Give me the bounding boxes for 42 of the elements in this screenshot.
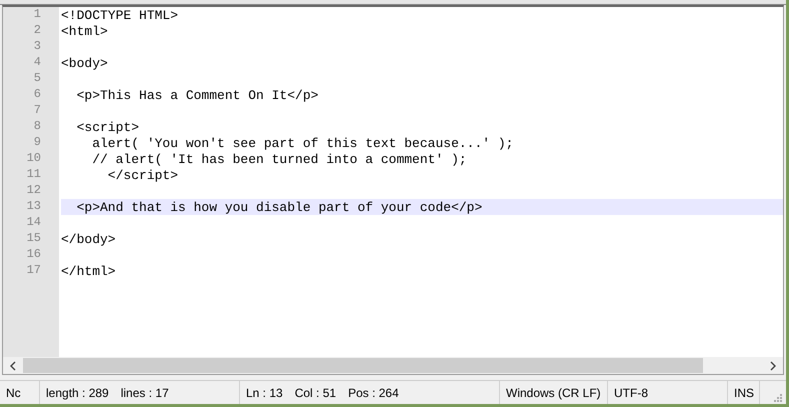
status-text: Pos : 264	[348, 386, 399, 400]
code-line: <!DOCTYPE HTML>	[61, 8, 178, 23]
status-text: UTF-8	[614, 386, 648, 400]
code-line: </script>	[106, 168, 178, 183]
line-number: 7	[32, 103, 42, 119]
line-number: 1	[32, 7, 42, 23]
line-number: 3	[32, 39, 42, 55]
code-line: alert( 'You won't see part of this text because...' );	[91, 136, 514, 151]
line-number: 14	[26, 215, 42, 231]
code-line: <body>	[61, 56, 108, 71]
status-text: Col : 51	[294, 386, 336, 400]
line-number: 8	[32, 119, 42, 135]
line-number: 6	[32, 87, 42, 103]
line-number: 5	[32, 71, 42, 87]
line-number: 11	[26, 167, 42, 183]
horizontal-scrollbar[interactable]	[3, 357, 783, 374]
line-number: 17	[26, 263, 42, 279]
status-text: Nc	[6, 386, 21, 400]
code-line: <p>This Has a Comment On It</p>	[76, 88, 318, 103]
code-line: // alert( 'It has been turned into a comment' );	[91, 152, 467, 167]
line-number: 2	[32, 23, 42, 39]
line-number: 12	[26, 183, 42, 199]
code-line: <p>And that is how you disable part of your code</p>	[76, 200, 482, 215]
status-text: Ln : 13	[246, 386, 283, 400]
code-line: <html>	[61, 24, 108, 39]
scroll-right-icon[interactable]	[769, 360, 777, 370]
status-text: lines : 17	[120, 386, 169, 400]
code-line: </body>	[61, 232, 116, 247]
status-text: Windows (CR LF)	[506, 386, 601, 400]
code-line: </html>	[61, 264, 116, 279]
line-number: 13	[26, 199, 42, 215]
line-number: 4	[32, 55, 42, 71]
scrollbar-thumb[interactable]	[23, 358, 703, 373]
line-number: 9	[32, 135, 42, 151]
line-number: 10	[26, 151, 42, 167]
line-number: 15	[26, 231, 42, 247]
resize-grip-icon[interactable]	[772, 392, 782, 402]
scroll-left-icon[interactable]	[9, 360, 17, 370]
code-line: <script>	[76, 120, 140, 135]
status-text: length : 289	[46, 386, 109, 400]
line-number: 16	[26, 247, 42, 263]
status-text: INS	[734, 386, 754, 400]
